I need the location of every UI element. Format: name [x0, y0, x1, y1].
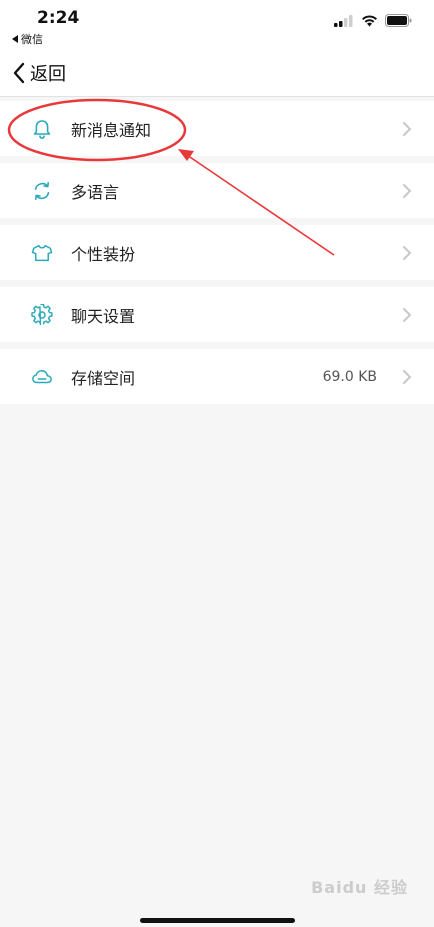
watermark: Baidu 经验 [311, 878, 408, 897]
chevron-right-icon [403, 307, 411, 322]
wifi-icon [362, 14, 377, 26]
back-triangle-icon [12, 35, 18, 43]
battery-icon [385, 14, 412, 27]
chevron-right-icon [403, 121, 411, 136]
back-to-app-label: 微信 [21, 33, 43, 46]
back-button[interactable]: 返回 [12, 60, 66, 86]
bell-icon [31, 118, 53, 140]
menu-item-chat-settings[interactable]: 聊天设置 [0, 287, 434, 342]
menu-item-label: 个性装扮 [71, 244, 136, 264]
storage-size-value: 69.0 KB [322, 368, 377, 385]
cloud-icon [31, 366, 53, 388]
menu-item-label: 新消息通知 [71, 120, 152, 140]
menu-item-label: 多语言 [71, 182, 120, 202]
menu-item-languages[interactable]: 多语言 [0, 163, 434, 218]
back-to-app-link[interactable]: 微信 [12, 31, 43, 47]
menu-item-themes[interactable]: 个性装扮 [0, 225, 434, 280]
chevron-right-icon [403, 369, 411, 384]
gear-icon [31, 303, 53, 326]
home-indicator[interactable] [140, 918, 295, 923]
back-label: 返回 [30, 64, 66, 85]
signal-icon [334, 14, 353, 27]
status-icons [334, 14, 412, 27]
settings-menu: 新消息通知 多语言 个性装扮 聊天设置 存储空间 69.0 KB [0, 101, 434, 411]
navigation-bar: 返回 [0, 52, 434, 97]
refresh-icon [31, 180, 53, 202]
menu-item-label: 聊天设置 [71, 306, 136, 326]
status-time: 2:24 [37, 8, 80, 28]
menu-item-label: 存储空间 [71, 368, 136, 388]
status-bar: 2:24 微信 [0, 0, 434, 52]
menu-item-notifications[interactable]: 新消息通知 [0, 101, 434, 156]
chevron-right-icon [403, 245, 411, 260]
menu-item-storage[interactable]: 存储空间 69.0 KB [0, 349, 434, 404]
tshirt-icon [31, 242, 53, 264]
chevron-left-icon [13, 62, 25, 84]
chevron-right-icon [403, 183, 411, 198]
